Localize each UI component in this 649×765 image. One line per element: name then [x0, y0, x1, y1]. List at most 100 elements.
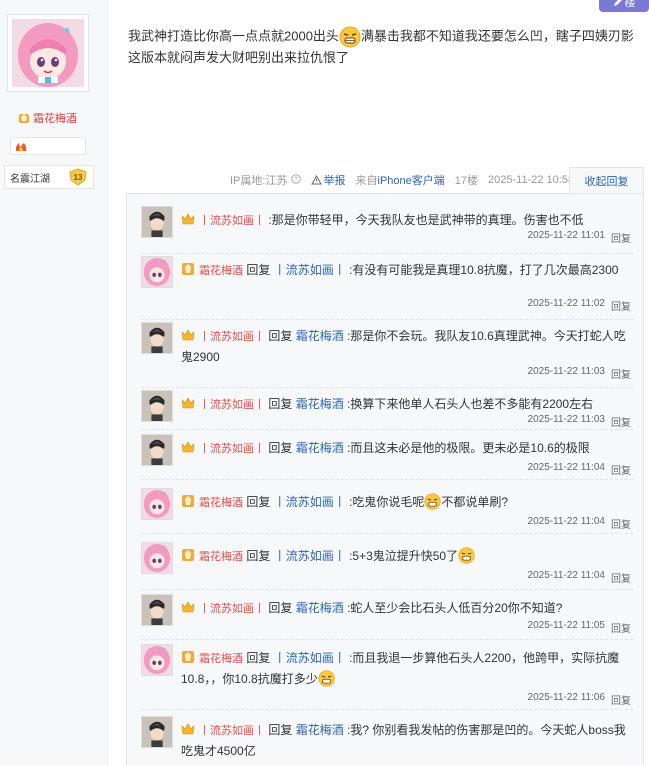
- floor-number: 17楼: [454, 175, 479, 187]
- boy-avatar-icon: [142, 207, 172, 237]
- reply-to-label: 回复: [246, 651, 271, 665]
- reply-action-link[interactable]: 回复: [611, 692, 631, 707]
- reply-avatar[interactable]: [141, 716, 173, 748]
- grimace-emoji-icon: [458, 547, 475, 564]
- report-link[interactable]: 举报: [310, 172, 346, 188]
- author-name[interactable]: 霜花梅酒: [18, 110, 77, 126]
- reply-divider: [141, 429, 633, 430]
- anime-girl-avatar-icon: [12, 19, 84, 87]
- reply-target-user[interactable]: 丨流苏如画丨: [274, 263, 346, 277]
- reply-avatar[interactable]: [141, 594, 173, 626]
- reply-to-label: 回复: [268, 723, 293, 737]
- reply-divider: [141, 319, 633, 320]
- reply-time: 2025-11-22 11:04: [527, 462, 605, 473]
- reply-username[interactable]: 丨流苏如画丨: [199, 399, 265, 411]
- honor-badge[interactable]: [10, 137, 86, 155]
- reply-divider: [141, 387, 633, 388]
- reply-action-link[interactable]: 回复: [611, 620, 631, 635]
- reply-username[interactable]: 丨流苏如画丨: [199, 725, 265, 737]
- reply-to-label: 回复: [268, 397, 293, 411]
- reply-avatar[interactable]: [141, 322, 173, 354]
- reply-action-link[interactable]: 回复: [611, 570, 631, 585]
- reply-action-link[interactable]: 回复: [611, 366, 631, 381]
- reply-username[interactable]: 霜花梅酒: [199, 497, 243, 509]
- boy-avatar-icon: [142, 717, 172, 747]
- member-badge-icon: [19, 114, 29, 123]
- client-info: 来自iPhone客户端: [355, 175, 445, 187]
- sub-reply-item: 丨流苏如画丨 :那是你带轻甲，今天我队友也是武神带的真理。伤害也不低 2025-…: [141, 206, 633, 254]
- rank-level-badge: 13: [68, 168, 88, 186]
- post-time: 2025-11-22 10:58: [488, 174, 575, 186]
- reply-username[interactable]: 丨流苏如画丨: [199, 215, 265, 227]
- reply-divider: [141, 253, 633, 254]
- boy-avatar-icon: [142, 595, 172, 625]
- reply-floor-button[interactable]: 楼: [599, 0, 649, 12]
- reply-action-link[interactable]: 回复: [611, 516, 631, 531]
- anime-girl-avatar-icon: [142, 257, 172, 287]
- reply-username[interactable]: 霜花梅酒: [199, 265, 243, 277]
- reply-avatar[interactable]: [141, 542, 173, 574]
- reply-username[interactable]: 丨流苏如画丨: [199, 331, 265, 343]
- reply-to-label: 回复: [268, 441, 293, 455]
- reply-action-link[interactable]: 回复: [611, 414, 631, 429]
- rank-level-number: 13: [73, 172, 83, 182]
- reply-target-user[interactable]: 霜花梅酒: [296, 601, 344, 615]
- reply-avatar[interactable]: [141, 488, 173, 520]
- ip-location: IP属地:江苏 ?: [230, 172, 301, 188]
- reply-username[interactable]: 霜花梅酒: [199, 653, 243, 665]
- reply-meta: 2025-11-22 11:01 回复: [528, 230, 631, 245]
- reply-action-link[interactable]: 回复: [611, 230, 631, 245]
- reply-meta: 2025-11-22 11:04 回复: [528, 462, 631, 477]
- anime-girl-avatar-icon: [142, 645, 172, 675]
- reply-text: :蛇人至少会比石头人低百分20你不知道?: [347, 601, 563, 615]
- reply-divider: [141, 589, 633, 590]
- reply-meta: 2025-11-22 11:05 回复: [528, 620, 631, 635]
- gift-icon[interactable]: [575, 0, 593, 8]
- reply-floor-label: 楼: [624, 0, 636, 9]
- reply-username[interactable]: 丨流苏如画丨: [199, 603, 265, 615]
- reply-content: 霜花梅酒 回复 丨流苏如画丨 :吃鬼你说毛呢 不都说单刷?: [181, 492, 631, 513]
- boy-avatar-icon: [142, 435, 172, 465]
- reply-target-user[interactable]: 丨流苏如画丨: [274, 495, 346, 509]
- reply-text: :有没有可能我是真理10.8抗魔，打了几次最高2300: [349, 263, 619, 277]
- reply-time: 2025-11-22 11:04: [527, 570, 605, 581]
- reply-meta: 2025-11-22 11:02 回复: [528, 298, 631, 313]
- reply-avatar[interactable]: [141, 206, 173, 238]
- warning-icon: [310, 175, 322, 185]
- sub-reply-item: 霜花梅酒 回复 丨流苏如画丨 :5+3鬼泣提升快50了 2025-11-22 1…: [141, 542, 633, 590]
- reply-text: :而且这未必是他的极限。更未必是10.6的极限: [347, 441, 590, 455]
- collapse-replies-button[interactable]: 收起回复: [569, 167, 644, 193]
- rank-title: 名震江湖: [10, 173, 50, 185]
- help-icon[interactable]: ?: [290, 174, 301, 184]
- reply-avatar[interactable]: [141, 256, 173, 288]
- reply-target-user[interactable]: 丨流苏如画丨: [274, 549, 346, 563]
- reply-username[interactable]: 丨流苏如画丨: [199, 443, 265, 455]
- reply-target-user[interactable]: 丨流苏如画丨: [274, 651, 346, 665]
- reply-to-label: 回复: [246, 495, 271, 509]
- sub-reply-item: 丨流苏如画丨 回复 霜花梅酒 :而且这未必是他的极限。更未必是10.6的极限 2…: [141, 434, 633, 480]
- reply-meta: 2025-11-22 11:06 回复: [528, 692, 631, 707]
- reply-target-user[interactable]: 霜花梅酒: [296, 723, 344, 737]
- anime-girl-avatar-icon: [142, 543, 172, 573]
- reply-text: :那是你带轻甲，今天我队友也是武神带的真理。伤害也不低: [268, 213, 584, 227]
- reply-action-link[interactable]: 回复: [611, 462, 631, 477]
- reply-username[interactable]: 霜花梅酒: [199, 551, 243, 563]
- reply-content: 丨流苏如画丨 回复 霜花梅酒 :而且这未必是他的极限。更未必是10.6的极限: [181, 438, 631, 459]
- crown-badge-icon: [181, 601, 195, 613]
- reply-avatar[interactable]: [141, 644, 173, 676]
- sub-reply-item: 丨流苏如画丨 回复 霜花梅酒 :那是你不会玩。我队友10.6真理武神。今天打蛇人…: [141, 322, 633, 388]
- forum-rank[interactable]: 名震江湖 13: [4, 165, 94, 189]
- member-badge-icon: [182, 495, 194, 507]
- reply-target-user[interactable]: 霜花梅酒: [296, 397, 344, 411]
- reply-avatar[interactable]: [141, 434, 173, 466]
- reply-target-user[interactable]: 霜花梅酒: [296, 329, 344, 343]
- member-badge-icon: [182, 549, 194, 561]
- client-link[interactable]: iPhone客户端: [378, 175, 445, 187]
- reply-divider: [141, 533, 633, 534]
- reply-content: 霜花梅酒 回复 丨流苏如画丨 :而且我退一步算他石头人2200，他跨甲，实际抗魔…: [181, 648, 631, 689]
- reply-action-link[interactable]: 回复: [611, 298, 631, 313]
- author-avatar[interactable]: [7, 14, 89, 92]
- author-sidebar: 霜花梅酒 名震江湖 13: [0, 0, 108, 765]
- reply-target-user[interactable]: 霜花梅酒: [296, 441, 344, 455]
- reply-avatar[interactable]: [141, 390, 173, 422]
